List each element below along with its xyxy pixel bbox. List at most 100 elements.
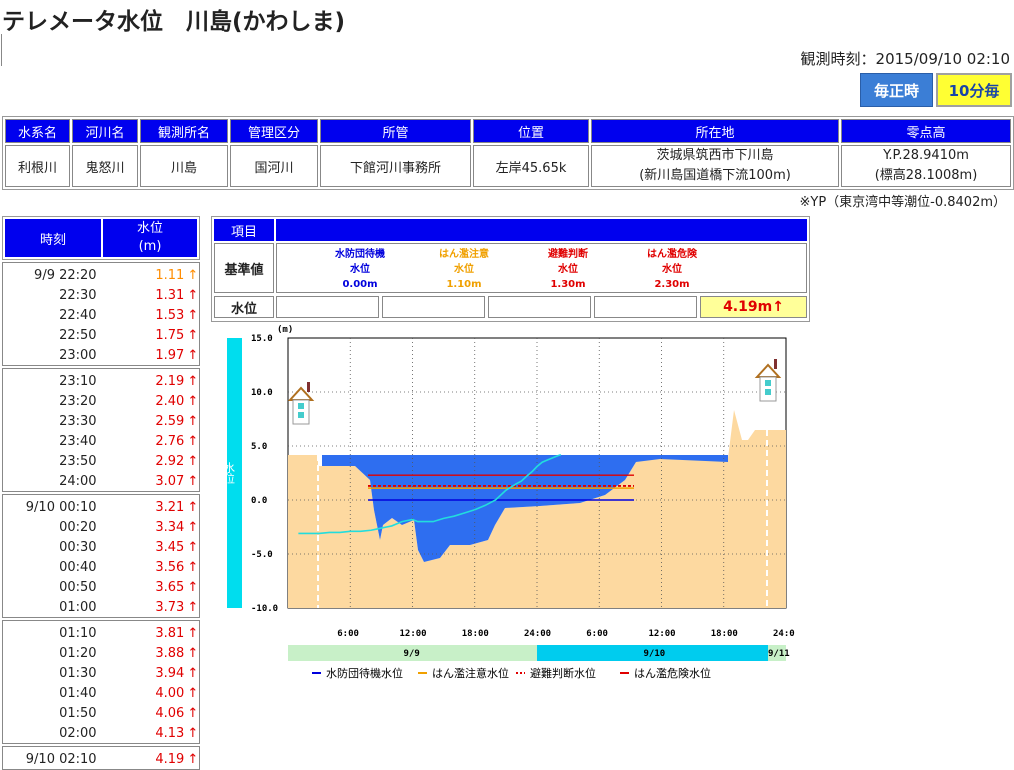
time-group: 01:10 3.81 ↑ 01:20 3.88 ↑ 01:30 3.94 ↑ 01:40 4.00 ↑…: [2, 620, 200, 744]
level-value: 1.53: [155, 307, 185, 323]
table-row: 00:20 3.34 ↑: [3, 517, 199, 537]
hourly-button[interactable]: 毎正時: [860, 73, 933, 107]
x-tick-label: 18:00: [462, 629, 489, 639]
x-tick-label: 6:00: [337, 629, 359, 639]
level-value: 2.59: [155, 413, 185, 429]
trend-arrow-icon: ↑: [187, 625, 199, 641]
level-value: 3.45: [155, 539, 185, 555]
level-value: 3.65: [155, 579, 185, 595]
time-cell: 23:20: [59, 393, 97, 409]
time-cell: 22:30: [59, 287, 97, 303]
value-cell: 左岸45.65k: [473, 145, 589, 187]
level-value: 1.97: [155, 347, 185, 363]
time-cell: 9/9 22:20: [34, 267, 97, 283]
trend-arrow-icon: ↑: [187, 559, 199, 575]
value-cell: 国河川: [230, 145, 318, 187]
value-cell: Y.P.28.9410m (標高28.1008m): [841, 145, 1011, 187]
y-tick-label: 5.0: [251, 442, 267, 452]
trend-arrow-icon: ↑: [187, 539, 199, 555]
time-cell: 01:20: [59, 645, 97, 661]
level-value: 3.88: [155, 645, 185, 661]
kijun-sub: 水位: [454, 264, 474, 275]
kijun-name: 水防団待機: [335, 249, 385, 260]
x-tick-label: 24:00: [524, 629, 551, 639]
trend-arrow-icon: ↑: [187, 499, 199, 515]
level-value: 3.07: [155, 473, 185, 489]
trend-arrow-icon: ↑: [187, 725, 199, 741]
trend-arrow-icon: ↑: [187, 579, 199, 595]
table-row: 22:30 1.31 ↑: [3, 285, 199, 305]
time-cell: 00:50: [59, 579, 97, 595]
trend-arrow-icon: ↑: [187, 685, 199, 701]
time-cell: 00:20: [59, 519, 97, 535]
time-cell: 9/10 00:10: [25, 499, 97, 515]
x-tick-label: 12:00: [649, 629, 676, 639]
x-tick-label: 18:00: [711, 629, 738, 639]
header-cell: 所管: [320, 119, 471, 143]
table-row: 01:40 4.00 ↑: [3, 683, 199, 703]
level-header: 水位 (m): [103, 219, 197, 257]
table-row: 23:50 2.92 ↑: [3, 451, 199, 471]
legend-label: 水防団待機水位: [326, 666, 403, 680]
time-cell: 01:40: [59, 685, 97, 701]
right-house-window: [765, 380, 771, 386]
page-title: テレメータ水位 川島(かわしま): [2, 9, 346, 35]
x-tick-label: 24:00: [773, 629, 795, 639]
level-value: 2.40: [155, 393, 185, 409]
table-row: 9/9 22:20 1.11 ↑: [3, 265, 199, 285]
time-cell: 01:00: [59, 599, 97, 615]
trend-arrow-icon: ↑: [187, 433, 199, 449]
time-cell: 23:00: [59, 347, 97, 363]
y-tick-label: -5.0: [251, 550, 273, 560]
kijun-value: 0.00m: [342, 279, 378, 290]
table-row: 24:00 3.07 ↑: [3, 471, 199, 491]
kijun-cell: 避難判断 水位 1.30m: [523, 247, 613, 292]
legend-label: はん濫危険水位: [634, 666, 711, 680]
header-cell: 所在地: [591, 119, 839, 143]
table-row: 9/10 00:10 3.21 ↑: [3, 497, 199, 517]
kijun-name: はん濫危険: [647, 249, 697, 260]
kijun-sub: 水位: [662, 264, 682, 275]
trend-arrow-icon: ↑: [187, 287, 199, 303]
time-cell: 9/10 02:10: [25, 751, 97, 767]
time-cell: 01:10: [59, 625, 97, 641]
y-tick-label: 0.0: [251, 496, 267, 506]
trend-arrow-icon: ↑: [187, 327, 199, 343]
item-header-bar: [276, 219, 807, 241]
criteria-table: 項目 基準値 水防団待機水位 0.00m はん濫注意水位 1.10m 避難判断 水位 1.3…: [211, 216, 810, 322]
time-cell: 00:30: [59, 539, 97, 555]
table-row: 23:20 2.40 ↑: [3, 391, 199, 411]
level-value: 4.06: [155, 705, 185, 721]
header-cell: 零点高: [841, 119, 1011, 143]
table-row: 23:30 2.59 ↑: [3, 411, 199, 431]
level-cell: [594, 296, 697, 318]
time-cell: 23:10: [59, 373, 97, 389]
kijun-value: 1.10m: [446, 279, 482, 290]
trend-arrow-icon: ↑: [187, 393, 199, 409]
kijun-label: 基準値: [214, 243, 274, 293]
kijun-name: 避難判断: [548, 249, 588, 260]
kijun-name: はん濫注意: [439, 249, 489, 260]
value-cell: 下館河川事務所: [320, 145, 471, 187]
observation-time: 観測時刻：2015/09/10 02:10: [800, 50, 1010, 68]
table-row: 9/10 02:10 4.19 ↑: [3, 749, 199, 769]
ten-minute-button[interactable]: 10分毎: [936, 73, 1012, 107]
table-row: 22:50 1.75 ↑: [3, 325, 199, 345]
level-cell: [488, 296, 591, 318]
level-value: 3.81: [155, 625, 185, 641]
time-cell: 00:40: [59, 559, 97, 575]
legend-label: はん濫注意水位: [432, 666, 509, 680]
item-header: 項目: [214, 219, 274, 241]
level-value: 3.21: [155, 499, 185, 515]
time-cell: 01:50: [59, 705, 97, 721]
value-cell: 利根川: [5, 145, 70, 187]
kijun-cell: はん濫注意水位 1.10m: [419, 247, 509, 292]
table-row: 23:40 2.76 ↑: [3, 431, 199, 451]
header-cell: 河川名: [72, 119, 138, 143]
level-value: 2.76: [155, 433, 185, 449]
table-row: 00:30 3.45 ↑: [3, 537, 199, 557]
time-group: 23:10 2.19 ↑ 23:20 2.40 ↑ 23:30 2.59 ↑ 23:40 2.76 ↑…: [2, 368, 200, 492]
header-cell: 位置: [473, 119, 589, 143]
time-group: 9/10 00:10 3.21 ↑ 00:20 3.34 ↑ 00:30 3.45 ↑ 00:40…: [2, 494, 200, 618]
yp-note: ※YP（東京湾中等潮位-0.8402m）: [799, 195, 1006, 210]
